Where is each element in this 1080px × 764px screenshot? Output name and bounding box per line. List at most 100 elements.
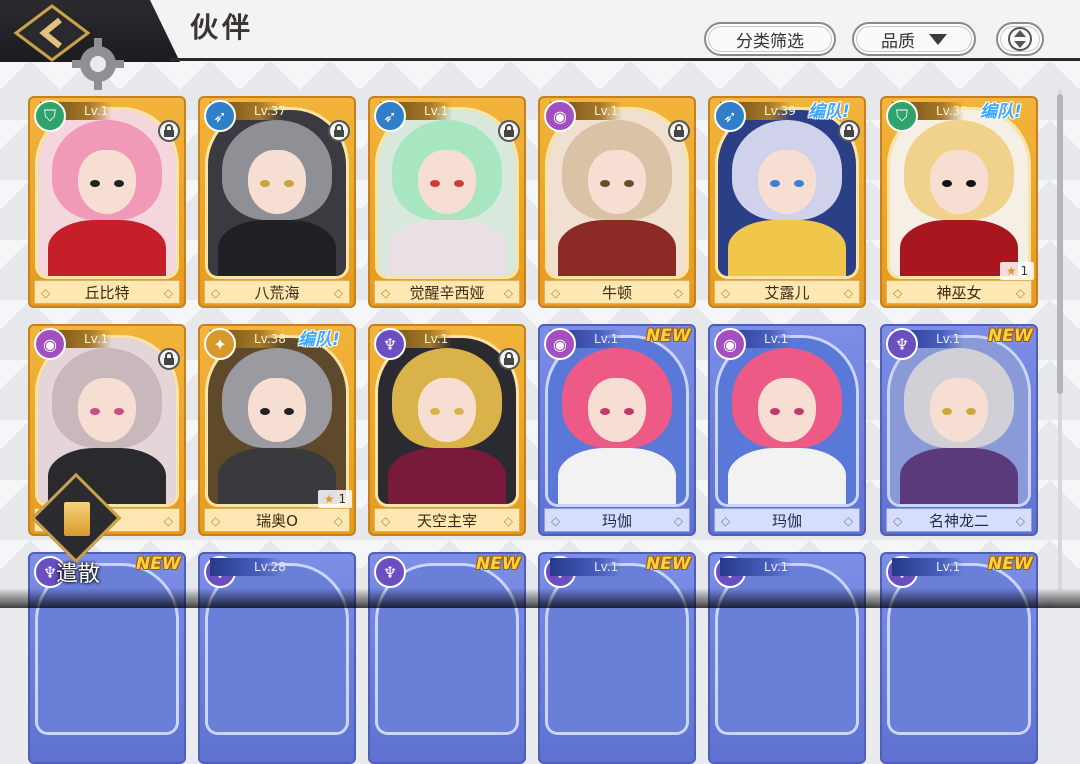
shield-icon: ⛉ <box>886 100 918 132</box>
partner-card[interactable]: Lv.1♆天空主宰 <box>368 324 526 536</box>
level-label: Lv.1 <box>550 558 622 576</box>
character-name: 玛伽 <box>544 508 690 533</box>
partner-card[interactable]: Lv.39⛉编队!★ 1神巫女 <box>880 96 1038 308</box>
star-value: 1 <box>1020 264 1029 278</box>
partner-card[interactable]: Lv.1◉牛顿 <box>538 96 696 308</box>
character-name: 玛伽 <box>714 508 860 533</box>
disband-button[interactable]: 遣散 <box>30 472 122 596</box>
partner-grid: Lv.1⛉丘比特Lv.37➶八荒海Lv.1➶觉醒辛西娅Lv.1◉牛顿Lv.39➶… <box>0 0 1080 764</box>
team-badge: 编队! <box>298 330 340 350</box>
bow-icon: ➶ <box>714 100 746 132</box>
character-eye <box>600 180 610 187</box>
character-name: 丘比特 <box>34 280 180 305</box>
character-eye <box>90 408 100 415</box>
lock-icon[interactable] <box>498 120 520 142</box>
orb-icon: ◉ <box>714 328 746 360</box>
partner-card[interactable]: Lv.1♆NEW名神龙二 <box>880 324 1038 536</box>
partner-card[interactable]: Lv.39➶编队!艾露儿 <box>708 96 866 308</box>
character-outfit <box>900 448 1018 504</box>
partner-card[interactable]: Lv.1◉NEW玛伽 <box>538 324 696 536</box>
partner-card[interactable]: ♆ NEW <box>368 552 526 764</box>
star-count: ★ 1 <box>1000 262 1034 280</box>
character-portrait <box>208 110 346 276</box>
partner-card[interactable]: Lv.1➶觉醒辛西娅 <box>368 96 526 308</box>
character-outfit <box>728 448 846 504</box>
character-eye <box>260 408 270 415</box>
character-eye <box>794 408 804 415</box>
level-label: Lv.1 <box>720 558 792 576</box>
character-portrait <box>548 338 686 504</box>
shield-icon: ⛉ <box>34 100 66 132</box>
character-eye <box>114 180 124 187</box>
new-badge: NEW <box>646 326 691 346</box>
character-outfit <box>218 220 336 276</box>
character-face <box>930 150 988 214</box>
new-badge: NEW <box>646 554 691 574</box>
bottom-shade <box>0 588 1080 608</box>
sword-icon: ✦ <box>204 328 236 360</box>
character-name: 八荒海 <box>204 280 350 305</box>
character-portrait <box>548 110 686 276</box>
character-eye <box>966 408 976 415</box>
staff-icon: ♆ <box>374 556 406 588</box>
character-eye <box>454 408 464 415</box>
lock-icon[interactable] <box>498 348 520 370</box>
new-badge: NEW <box>136 554 181 574</box>
character-portrait <box>718 110 856 276</box>
character-eye <box>770 408 780 415</box>
character-face <box>758 150 816 214</box>
character-face <box>418 378 476 442</box>
partner-card[interactable]: ♆Lv.28 <box>198 552 356 764</box>
character-outfit <box>388 448 506 504</box>
character-portrait <box>38 338 176 504</box>
level-label: Lv.1 <box>892 558 964 576</box>
character-eye <box>284 180 294 187</box>
partner-card[interactable]: Lv.1⛉丘比特 <box>28 96 186 308</box>
partner-card[interactable]: ♆Lv.1NEW <box>880 552 1038 764</box>
lock-icon[interactable] <box>838 120 860 142</box>
lock-icon[interactable] <box>328 120 350 142</box>
character-eye <box>430 408 440 415</box>
partner-card[interactable]: Lv.38✦编队!★ 1瑞奥O <box>198 324 356 536</box>
character-name: 牛顿 <box>544 280 690 305</box>
staff-icon: ♆ <box>374 328 406 360</box>
character-outfit <box>48 220 166 276</box>
character-name: 天空主宰 <box>374 508 520 533</box>
orb-icon: ◉ <box>544 100 576 132</box>
character-name: 神巫女 <box>886 280 1032 305</box>
character-eye <box>942 408 952 415</box>
character-outfit <box>558 220 676 276</box>
character-eye <box>430 180 440 187</box>
character-face <box>588 378 646 442</box>
bow-icon: ➶ <box>374 100 406 132</box>
character-portrait <box>890 110 1028 276</box>
character-eye <box>454 180 464 187</box>
lock-icon[interactable] <box>158 348 180 370</box>
character-outfit <box>558 448 676 504</box>
disband-label: 遣散 <box>56 562 101 587</box>
new-badge: NEW <box>988 326 1033 346</box>
character-face <box>78 150 136 214</box>
team-badge: 编队! <box>808 102 850 122</box>
lock-icon[interactable] <box>158 120 180 142</box>
character-face <box>418 150 476 214</box>
character-eye <box>260 180 270 187</box>
character-portrait <box>378 110 516 276</box>
partner-card[interactable]: ♆Lv.1NEW <box>538 552 696 764</box>
new-badge: NEW <box>476 554 521 574</box>
new-badge: NEW <box>988 554 1033 574</box>
partner-card[interactable]: Lv.37➶八荒海 <box>198 96 356 308</box>
character-eye <box>90 180 100 187</box>
partner-card[interactable]: ♆Lv.1 <box>708 552 866 764</box>
character-face <box>78 378 136 442</box>
card-stack-icon <box>64 502 90 536</box>
partner-card[interactable]: Lv.1◉玛伽 <box>708 324 866 536</box>
character-face <box>588 150 646 214</box>
character-name: 名神龙二 <box>886 508 1032 533</box>
lock-icon[interactable] <box>668 120 690 142</box>
character-name: 艾露儿 <box>714 280 860 305</box>
character-eye <box>624 408 634 415</box>
character-eye <box>966 180 976 187</box>
bow-icon: ➶ <box>204 100 236 132</box>
character-name: 瑞奥O <box>204 508 350 533</box>
